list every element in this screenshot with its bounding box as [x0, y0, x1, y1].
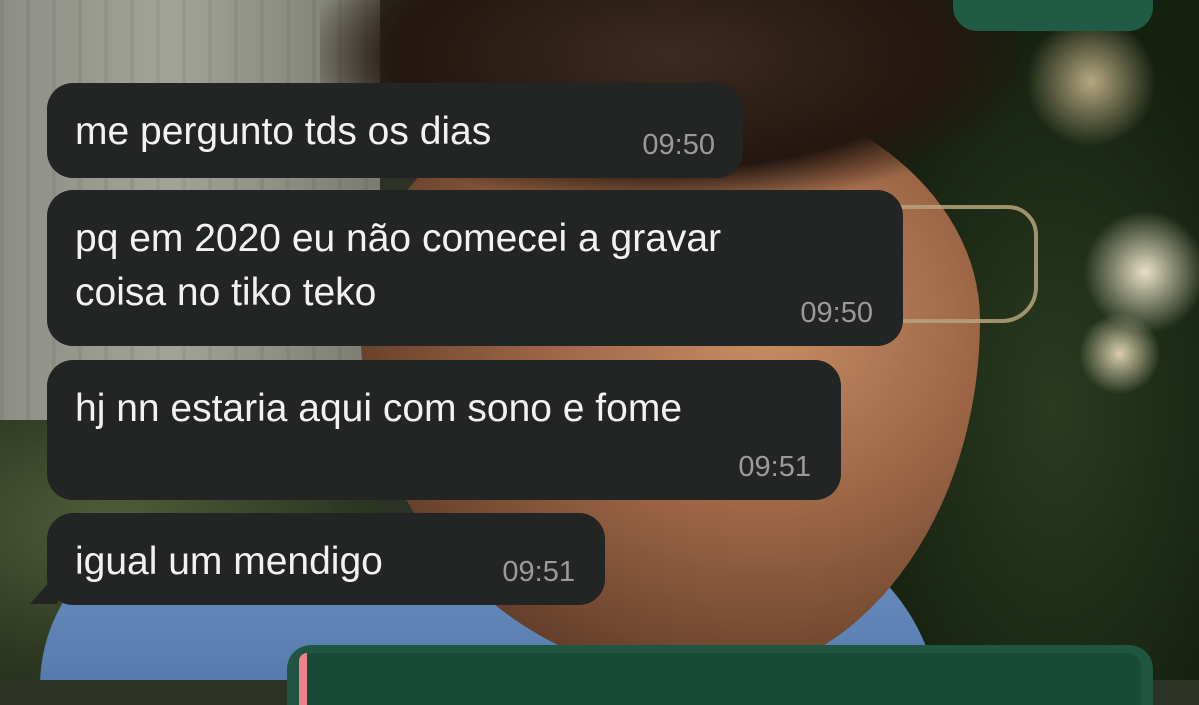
message-text-line: pq em 2020 eu não comecei a gravar: [75, 217, 722, 260]
message-time: 09:50: [800, 297, 873, 329]
quote-accent-bar: [299, 653, 307, 705]
message-text: igual um mendigo: [75, 540, 383, 583]
message-time: 09:50: [642, 129, 715, 161]
message-text: me pergunto tds os dias: [75, 110, 492, 153]
message-bubble[interactable]: me pergunto tds os dias 09:50: [47, 83, 743, 178]
quoted-message[interactable]: [299, 653, 1141, 705]
message-text-line: coisa no tiko teko: [75, 271, 377, 314]
outgoing-reply-message[interactable]: [287, 645, 1153, 705]
outgoing-message-top[interactable]: ✓✓: [953, 0, 1153, 31]
message-time: 09:51: [738, 451, 811, 483]
message-bubble[interactable]: igual um mendigo 09:51: [47, 513, 605, 605]
message-text: hj nn estaria aqui com sono e fome: [75, 387, 683, 430]
message-text: pq em 2020 eu não comecei a gravar coisa…: [75, 212, 721, 320]
bubble-tail: [30, 572, 58, 604]
message-bubble[interactable]: hj nn estaria aqui com sono e fome 09:51: [47, 360, 841, 500]
message-time: 09:51: [502, 556, 575, 588]
message-bubble[interactable]: pq em 2020 eu não comecei a gravar coisa…: [47, 190, 903, 346]
